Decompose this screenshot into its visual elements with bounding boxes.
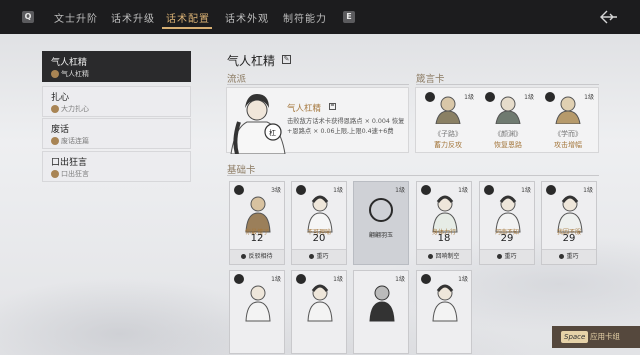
loadout-name: 废话	[51, 125, 70, 135]
maxim-portrait	[435, 96, 461, 124]
card-value: 29	[500, 233, 514, 244]
school-description: 击败敌方话术卡获得恩路点 × 0.004 恢复+恩路点 × 0.06上限,上限0…	[287, 118, 405, 135]
card-value: 18	[437, 233, 451, 244]
maxim-effect: 恢复恩路	[494, 141, 522, 149]
maxim-effect: 蓄力反攻	[434, 141, 462, 149]
loadout-school: 口出狂言	[51, 169, 89, 179]
deck-card-selected[interactable]: 1级 翩翩羽玉	[353, 181, 409, 265]
school-badge-icon	[51, 105, 59, 113]
loadout-item-2[interactable]: 扎心 大力扎心	[42, 86, 191, 117]
loadout-item-4[interactable]: 口出狂言 口出狂言	[42, 151, 191, 182]
space-key-hint: Space	[561, 331, 589, 343]
card-tag: 重巧	[542, 249, 596, 264]
maxim-divider	[416, 84, 599, 85]
tag-dot-icon	[559, 254, 565, 259]
card-portrait	[307, 284, 333, 322]
info-icon: =	[329, 103, 336, 110]
deck-card[interactable]: 1级	[291, 270, 347, 354]
maxim-panel: 1级 《子路》 蓄力反攻 1级 《颜渊》 恢复恩路 1级 《学而》 攻击增幅	[415, 87, 599, 153]
deck-card[interactable]: 1级	[353, 270, 409, 354]
maxim-portrait	[555, 96, 581, 124]
q-key-hint: Q	[22, 11, 34, 23]
maxim-level: 1级	[584, 94, 594, 101]
loadout-name: 扎心	[51, 93, 70, 103]
deck-section-label: 基础卡	[227, 165, 256, 176]
school-divider	[227, 84, 409, 85]
back-arrow-icon[interactable]	[598, 9, 618, 25]
school-name: 气人杠精	[287, 104, 322, 114]
tag-dot-icon	[241, 254, 247, 259]
card-portrait	[369, 285, 395, 322]
card-name: 翩翩羽玉	[368, 232, 393, 239]
maxim-card[interactable]: 1级 《颜渊》 恢复恩路	[480, 88, 536, 154]
apply-deck-button[interactable]: Space 应用卡组	[552, 326, 640, 348]
card-portrait	[245, 285, 271, 322]
deck-card[interactable]: 1级 不可理喻 20 重巧	[291, 181, 347, 265]
maxim-card[interactable]: 1级 《学而》 攻击增幅	[540, 88, 596, 154]
deck-card[interactable]: 1级	[229, 270, 285, 354]
tab-scholar-rank[interactable]: 文士升阶	[54, 10, 98, 25]
tab-talisman-ability[interactable]: 制符能力	[283, 10, 327, 25]
deck-card[interactable]: 3级 你最懂了 12 反驳相待	[229, 181, 285, 265]
school-badge-icon	[51, 70, 59, 78]
ink-emblem-icon	[369, 198, 393, 222]
maxim-card[interactable]: 1级 《子路》 蓄力反攻	[420, 88, 476, 154]
card-value: 29	[562, 233, 576, 244]
tag-dot-icon	[497, 254, 503, 259]
edit-icon[interactable]: ✎	[282, 55, 291, 64]
card-tag: 回响制空	[417, 249, 471, 264]
loadout-name: 气人杠精	[51, 58, 88, 68]
tab-rhetoric-config[interactable]: 话术配置	[166, 10, 210, 25]
deck-card[interactable]: 1级 河南不知 29 重巧	[479, 181, 535, 265]
deck-card[interactable]: 1级	[416, 270, 472, 354]
card-value: 20	[312, 233, 326, 244]
e-key-hint: E	[343, 11, 355, 23]
school-section-label: 流派	[227, 74, 247, 85]
tab-rhetoric-upgrade[interactable]: 话术升级	[111, 10, 155, 25]
loadout-school: 气人杠精	[51, 69, 89, 79]
maxim-effect: 攻击增幅	[554, 141, 582, 149]
loadout-school: 大力扎心	[51, 104, 89, 114]
apply-deck-label: 应用卡组	[590, 332, 620, 341]
maxim-section-label: 箴言卡	[416, 74, 445, 85]
card-portrait	[432, 284, 458, 322]
tab-rhetoric-appearance[interactable]: 话术外观	[225, 10, 269, 25]
card-value: 12	[250, 233, 264, 244]
deck-divider	[227, 175, 599, 176]
card-tag: 重巧	[480, 249, 534, 264]
tag-dot-icon	[309, 254, 315, 259]
tag-dot-icon	[428, 254, 434, 259]
school-badge-icon	[51, 170, 59, 178]
loadout-name: 口出狂言	[51, 158, 88, 168]
portrait-tag: 杠	[269, 129, 276, 137]
school-badge-icon	[51, 137, 59, 145]
deck-card[interactable]: 1级 身体力行 18 回响制空	[416, 181, 472, 265]
maxim-title: 《子路》	[434, 130, 462, 138]
school-panel[interactable]: 杠 气人杠精 = 击败敌方话术卡获得恩路点 × 0.004 恢复+恩路点 × 0…	[226, 87, 409, 154]
loadout-item-3[interactable]: 废话 废话连篇	[42, 118, 191, 149]
school-portrait	[230, 94, 286, 154]
maxim-title: 《颜渊》	[494, 130, 522, 138]
active-tab-underline	[162, 27, 212, 29]
loadout-school: 废话连篇	[51, 136, 89, 146]
loadout-item-1[interactable]: 气人杠精 气人杠精	[42, 51, 191, 82]
card-tag: 重巧	[292, 249, 346, 264]
top-navigation-bar: Q 文士升阶 话术升级 话术配置 话术外观 制符能力 E	[0, 0, 640, 34]
deck-card[interactable]: 1级 我因不服 29 重巧	[541, 181, 597, 265]
card-tag: 反驳相待	[230, 249, 284, 264]
card-level: 1级	[395, 187, 405, 194]
maxim-portrait	[495, 96, 521, 124]
loadout-title: 气人杠精	[227, 54, 276, 68]
maxim-level: 1级	[464, 94, 474, 101]
maxim-title: 《学而》	[554, 130, 582, 138]
maxim-level: 1级	[524, 94, 534, 101]
